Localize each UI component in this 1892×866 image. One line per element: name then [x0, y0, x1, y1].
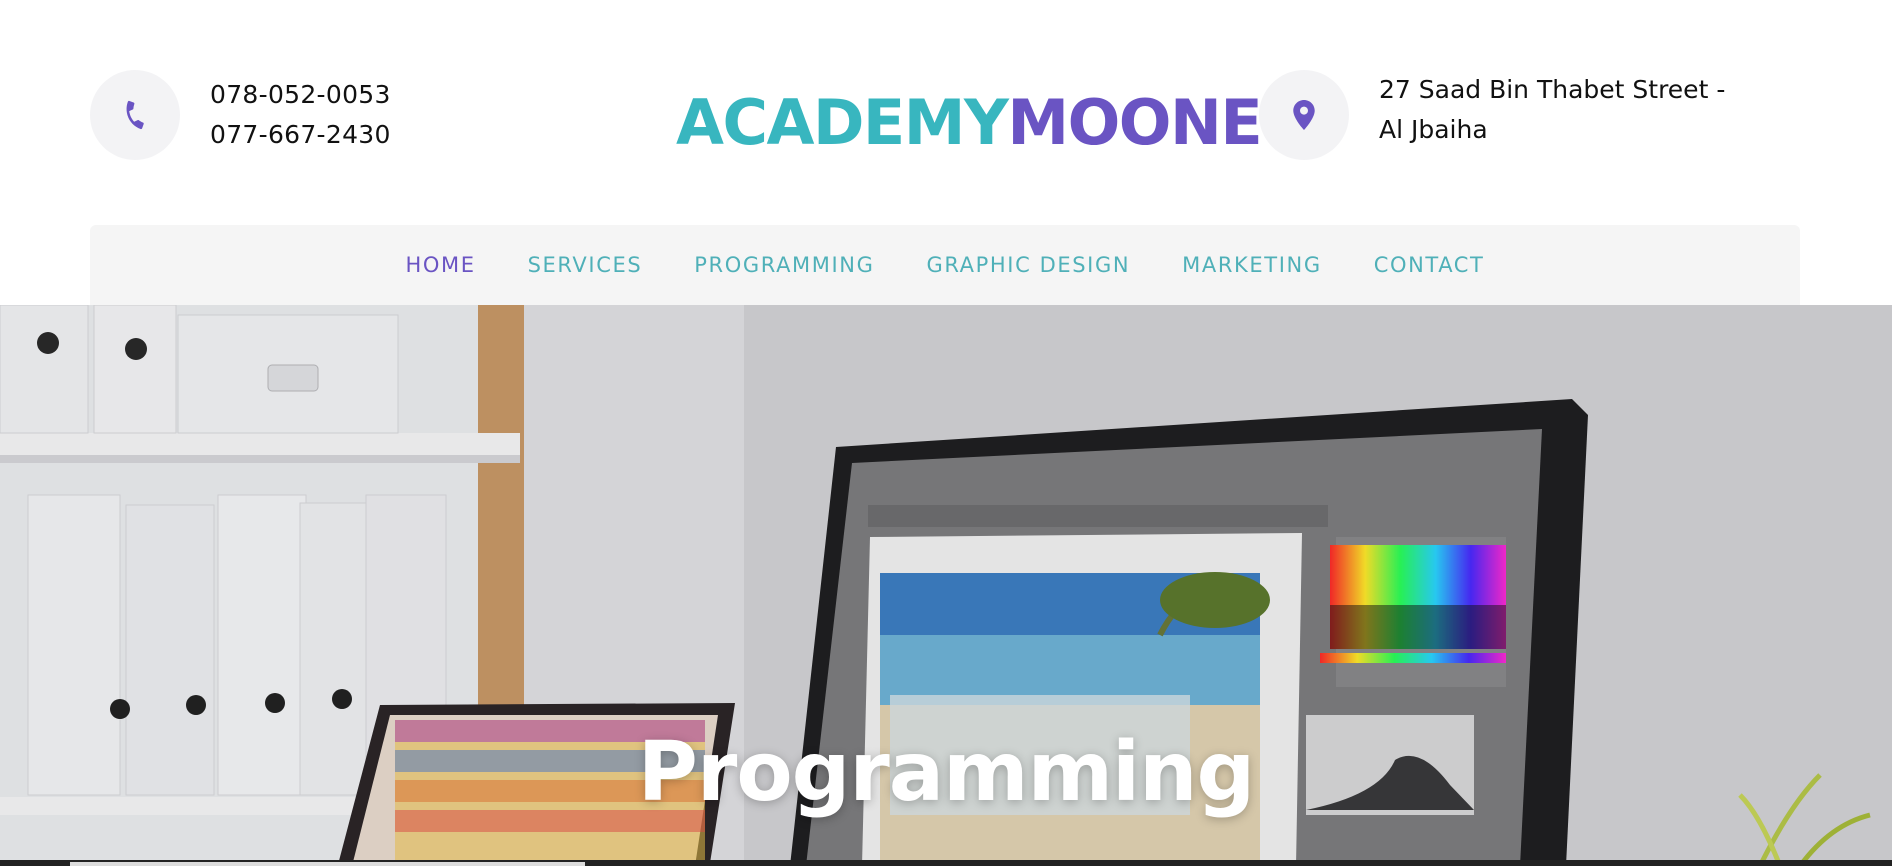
nav-services[interactable]: SERVICES	[502, 253, 669, 277]
nav-contact[interactable]: CONTACT	[1348, 253, 1511, 277]
hero-slider: Programming	[0, 305, 1892, 866]
main-nav: HOME SERVICES PROGRAMMING GRAPHIC DESIGN…	[90, 225, 1800, 305]
phone-number-1[interactable]: 078-052-0053	[210, 75, 391, 115]
phone-icon	[90, 70, 180, 160]
logo-part-academy: ACADEMY	[676, 86, 1009, 159]
address-text: 27 Saad Bin Thabet Street - Al Jbaiha	[1379, 75, 1726, 144]
site-header: 078-052-0053 077-667-2430 ACADEMYMOONE 2…	[0, 0, 1892, 305]
nav-programming[interactable]: PROGRAMMING	[668, 253, 900, 277]
hero-title: Programming	[637, 725, 1255, 820]
nav-home[interactable]: HOME	[379, 253, 501, 277]
logo-part-moone: MOONE	[1007, 86, 1262, 159]
phone-numbers: 078-052-0053 077-667-2430	[210, 75, 391, 155]
map-pin-icon	[1259, 70, 1349, 160]
phone-contact: 078-052-0053 077-667-2430	[90, 70, 391, 160]
address-contact: 27 Saad Bin Thabet Street - Al Jbaiha	[1259, 70, 1749, 160]
site-logo[interactable]: ACADEMYMOONE	[676, 84, 1263, 162]
slider-progress	[70, 862, 585, 866]
phone-number-2[interactable]: 077-667-2430	[210, 115, 391, 155]
nav-marketing[interactable]: MARKETING	[1156, 253, 1348, 277]
nav-graphic-design[interactable]: GRAPHIC DESIGN	[900, 253, 1156, 277]
